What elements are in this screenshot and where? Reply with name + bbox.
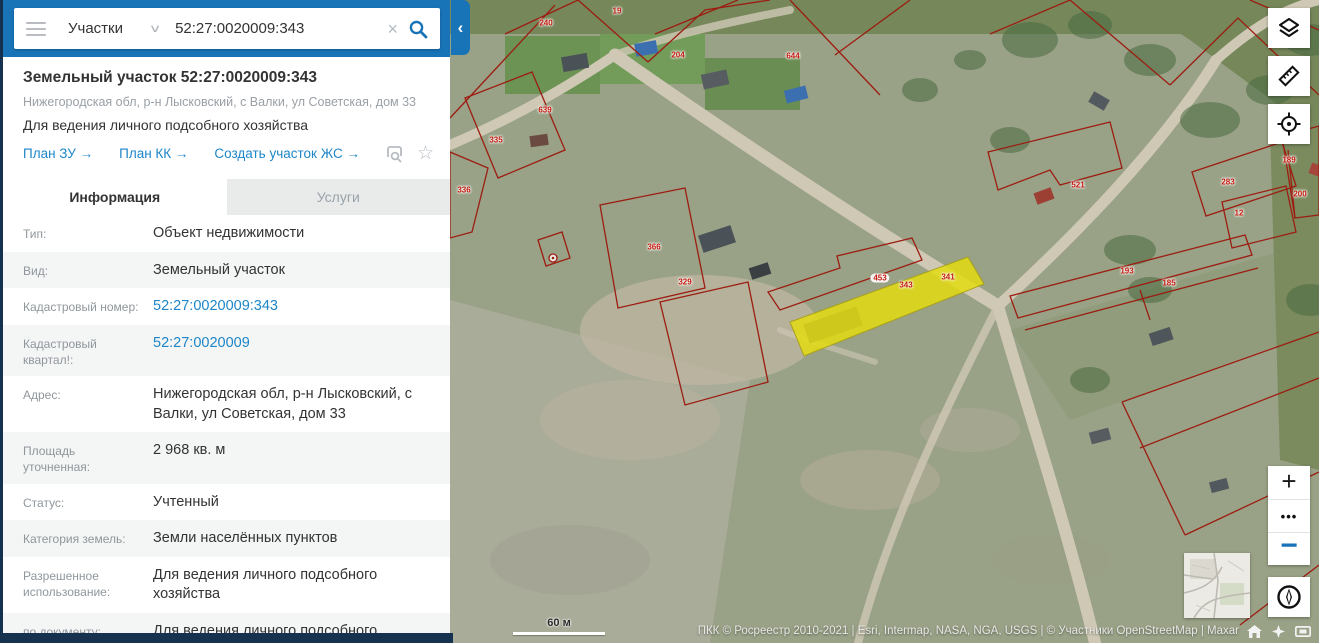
row-value: Для ведения личного подсобного хозяйства — [153, 566, 378, 603]
map-canvas[interactable]: 240 19 204 644 639 335 336 366 329 453 3… — [450, 0, 1319, 643]
marker-diamond-icon[interactable] — [1272, 625, 1285, 638]
row-value: 52:27:0020009:343 — [153, 298, 278, 315]
row-label: Площадь уточненная: — [23, 444, 91, 475]
table-row: Кадастровый квартал!: 52:27:0020009 — [3, 324, 450, 377]
search-icon[interactable] — [408, 19, 428, 39]
row-value: Учтенный — [153, 493, 219, 510]
row-label: Разрешенное использование: — [23, 568, 111, 599]
row-value: Земельный участок — [153, 261, 285, 278]
bottom-right-tools — [1247, 625, 1311, 638]
ruler-icon — [1278, 65, 1300, 87]
row-value: Нижегородская обл, р-н Лысковский, с Вал… — [153, 386, 413, 422]
search-category-label: Участки — [68, 20, 123, 37]
minimap-content — [1184, 553, 1250, 618]
row-value: 52:27:0020009 — [153, 334, 250, 351]
chevron-down-icon: ∨ — [148, 23, 162, 35]
home-icon[interactable] — [1247, 625, 1262, 638]
row-value: Земли населённых пунктов — [153, 530, 338, 547]
tab[interactable]: Услуги — [226, 179, 450, 215]
scale-bar: 60 м — [513, 617, 605, 635]
target-icon — [1277, 112, 1301, 136]
my-location-button[interactable] — [1268, 104, 1310, 144]
attributes-table: Тип: Объект недвижимости Вид: Земельный … — [3, 215, 450, 643]
zoom-out-button[interactable]: − — [1268, 529, 1310, 565]
scale-label: 60 м — [547, 617, 571, 629]
object-header: Земельный участок 52:27:0020009:343 Ниже… — [3, 57, 450, 173]
table-row: Тип: Объект недвижимости — [3, 215, 450, 252]
panel-tabs: Информация Услуги — [3, 179, 450, 215]
action-links: План ЗУ → План КК → Создать участок ЖС → ☆ — [23, 144, 434, 163]
app-window: 240 19 204 644 639 335 336 366 329 453 3… — [0, 0, 1319, 643]
table-row: Статус: Учтенный — [3, 484, 450, 521]
extent-icon[interactable] — [1295, 626, 1311, 637]
row-label: Категория земель: — [23, 532, 126, 547]
scale-line — [513, 632, 605, 635]
row-label: Вид: — [23, 263, 49, 278]
zoom-to-object-icon[interactable] — [386, 145, 405, 163]
row-value: Объект недвижимости — [153, 225, 305, 241]
favorite-star-icon[interactable]: ☆ — [417, 144, 434, 163]
row-label: Кадастровый номер: — [23, 300, 139, 315]
zoom-control: + ••• − — [1268, 466, 1310, 565]
row-label: Тип: — [23, 227, 47, 241]
info-panel: Участки ∨ × Земельный участок 52:27:0020… — [0, 0, 453, 643]
map-attribution: ПКК © Росреестр 2010-2021 | Esri, Interm… — [697, 625, 1239, 637]
zoom-in-button[interactable]: + — [1268, 466, 1310, 499]
search-category-dropdown[interactable]: Участки ∨ — [68, 20, 162, 37]
table-row: Кадастровый номер: 52:27:0020009:343 — [3, 288, 450, 325]
compass-button[interactable] — [1268, 577, 1310, 617]
table-row: Адрес: Нижегородская обл, р-н Лысковский… — [3, 376, 450, 432]
panel-bottom-bar — [3, 633, 453, 643]
layers-icon — [1278, 17, 1300, 38]
clear-search-icon[interactable]: × — [383, 20, 402, 38]
compass-icon — [1277, 585, 1301, 609]
search-input[interactable] — [175, 20, 384, 37]
row-value: 2 968 кв. м — [153, 442, 226, 459]
overview-minimap[interactable] — [1184, 553, 1250, 618]
action-link[interactable]: Создать участок ЖС → — [214, 146, 360, 161]
zoom-levels-button[interactable]: ••• — [1268, 499, 1310, 532]
row-label: Кадастровый квартал!: — [23, 336, 97, 367]
page-title: Земельный участок 52:27:0020009:343 — [23, 69, 317, 86]
satellite-terrain — [450, 0, 1319, 643]
table-row: Разрешенное использование: Для ведения л… — [3, 557, 450, 613]
object-address: Нижегородская обл, р-н Лысковский, с Вал… — [23, 95, 416, 109]
search-box: Участки ∨ × — [14, 8, 440, 49]
menu-icon[interactable] — [26, 21, 46, 36]
measure-button[interactable] — [1268, 56, 1310, 96]
table-row: Площадь уточненная: 2 968 кв. м — [3, 432, 450, 484]
action-link[interactable]: План КК → — [119, 146, 188, 161]
table-row: Вид: Земельный участок — [3, 251, 450, 289]
action-link[interactable]: План ЗУ → — [23, 146, 93, 161]
tab[interactable]: Информация — [3, 179, 227, 215]
row-label: Адрес: — [23, 388, 61, 403]
search-strip: Участки ∨ × — [3, 0, 450, 57]
row-label: Статус: — [23, 495, 65, 510]
table-row: Категория земель: Земли населённых пункт… — [3, 520, 450, 557]
layers-button[interactable] — [1268, 8, 1310, 48]
object-purpose: Для ведения личного подсобного хозяйства — [23, 117, 309, 133]
collapse-panel-button[interactable]: ‹ — [451, 0, 470, 55]
